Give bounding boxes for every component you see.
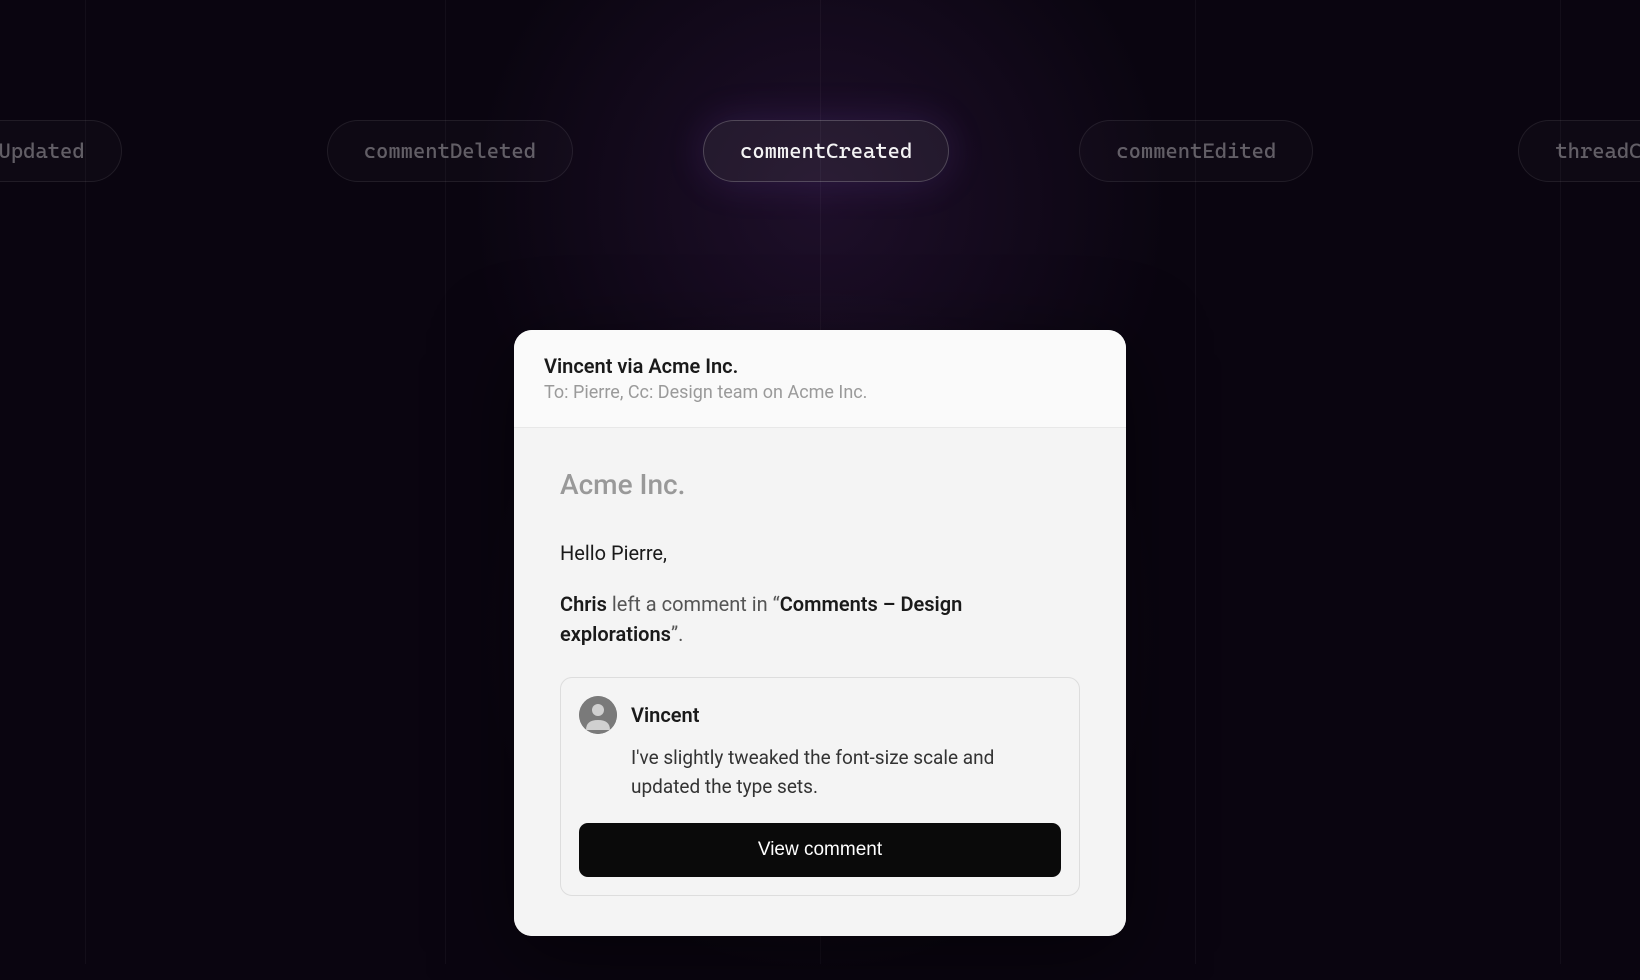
event-pill-comment-deleted[interactable]: commentDeleted [327, 120, 573, 182]
view-comment-button[interactable]: View comment [579, 823, 1061, 877]
activity-suffix: ”. [671, 622, 683, 646]
greeting-text: Hello Pierre, [560, 541, 1080, 565]
company-name: Acme Inc. [560, 468, 1080, 501]
event-pills-row: adataUpdated commentDeleted commentCreat… [0, 120, 1640, 182]
commenter-avatar [579, 696, 617, 734]
comment-header: Vincent [579, 696, 1061, 734]
activity-middle-text: left a comment in “ [607, 592, 780, 616]
avatar-placeholder-icon [579, 696, 617, 734]
activity-description: Chris left a comment in “Comments – Desi… [560, 589, 1080, 649]
commenter-name: Vincent [631, 703, 699, 727]
email-from-line: Vincent via Acme Inc. [544, 354, 1096, 378]
email-recipients-line: To: Pierre, Cc: Design team on Acme Inc. [544, 382, 1096, 403]
event-pill-comment-edited[interactable]: commentEdited [1079, 120, 1313, 182]
comment-body-text: I've slightly tweaked the font-size scal… [579, 744, 1061, 801]
email-notification-card: Vincent via Acme Inc. To: Pierre, Cc: De… [514, 330, 1126, 936]
email-body: Acme Inc. Hello Pierre, Chris left a com… [514, 428, 1126, 936]
activity-actor: Chris [560, 592, 607, 616]
event-pill-comment-created[interactable]: commentCreated [703, 120, 949, 182]
event-pill-metadata-updated[interactable]: adataUpdated [0, 120, 122, 182]
email-header: Vincent via Acme Inc. To: Pierre, Cc: De… [514, 330, 1126, 428]
comment-preview-box: Vincent I've slightly tweaked the font-s… [560, 677, 1080, 896]
event-pill-thread-created[interactable]: threadCreate [1518, 120, 1640, 182]
